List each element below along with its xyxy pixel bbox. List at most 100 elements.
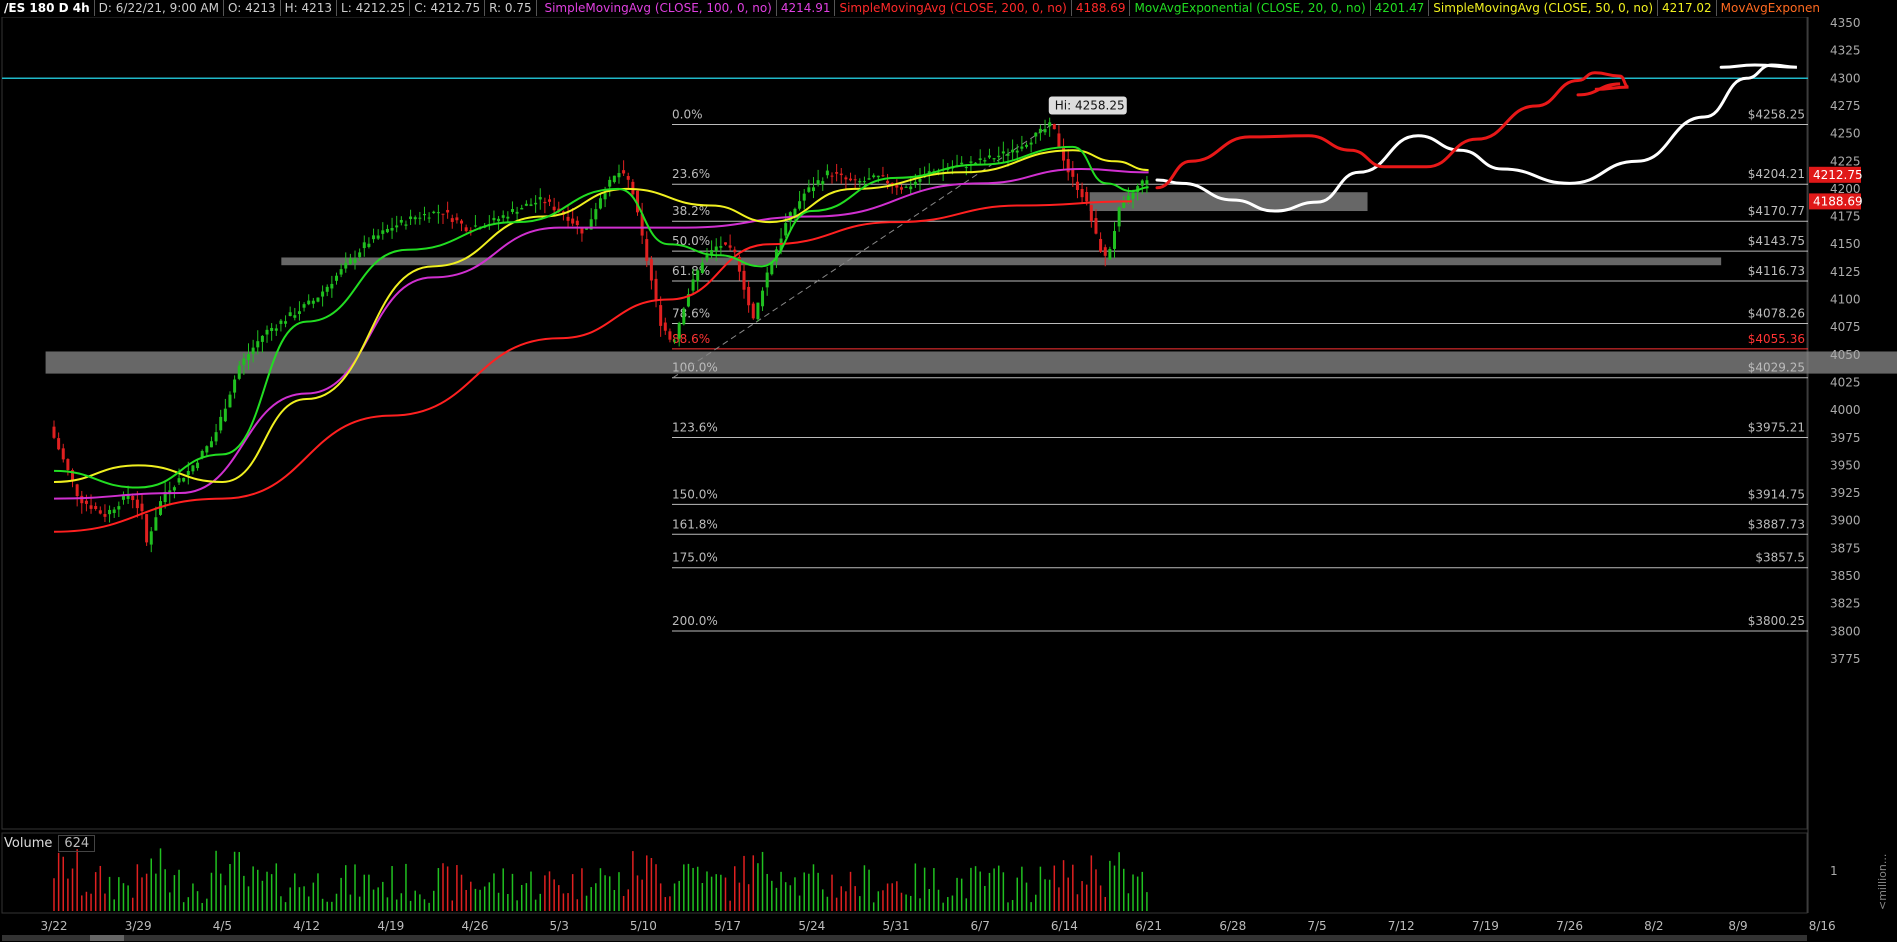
- candle-body: [705, 255, 709, 260]
- fib-level-pct: 78.6%: [672, 307, 710, 321]
- candle-body: [404, 224, 408, 226]
- candle-body: [876, 175, 880, 178]
- candle-body: [649, 259, 653, 281]
- study-value: 4214.91: [777, 0, 836, 16]
- candle-body: [895, 185, 899, 188]
- candle-body: [196, 462, 200, 469]
- x-axis-tick: 8/16: [1809, 919, 1836, 933]
- candle-body: [172, 487, 176, 491]
- candle-body: [899, 187, 903, 190]
- candle-body: [80, 495, 84, 504]
- candle-body: [334, 275, 338, 281]
- candle-body: [145, 514, 149, 543]
- price-axis-tick: 3825: [1830, 597, 1861, 611]
- candle-body: [886, 180, 890, 184]
- ema20-line: [53, 145, 1149, 489]
- high-label: H: 4213: [281, 0, 338, 16]
- fib-level-pct: 100.0%: [672, 361, 718, 375]
- price-axis-tick: 4325: [1830, 44, 1861, 58]
- candle-body: [548, 199, 552, 202]
- candle-body: [112, 509, 116, 514]
- candle-body: [209, 441, 213, 448]
- fib-level-price: $3975.21: [1748, 421, 1805, 435]
- candle-body: [149, 531, 153, 545]
- candle-body: [881, 175, 885, 177]
- candle-body: [307, 300, 311, 305]
- scrollbar-thumb[interactable]: [90, 935, 124, 941]
- candle-body: [853, 179, 857, 181]
- candle-body: [103, 514, 107, 517]
- candle-body: [580, 228, 584, 234]
- candle-body: [626, 176, 630, 180]
- study-label[interactable]: SimpleMovingAvg (CLOSE, 100, 0, no): [540, 0, 777, 16]
- candle-body: [844, 177, 848, 180]
- candle-body: [1001, 151, 1005, 154]
- study-label[interactable]: SimpleMovingAvg (CLOSE, 50, 0, no): [1429, 0, 1659, 16]
- price-axis-tick: 3900: [1830, 514, 1861, 528]
- fib-level-price: $4143.75: [1748, 234, 1805, 248]
- candle-body: [1034, 132, 1038, 137]
- horizontal-scrollbar[interactable]: [2, 935, 1807, 941]
- candle-body: [265, 329, 269, 335]
- candle-body: [1103, 247, 1107, 256]
- x-axis-tick: 5/31: [883, 919, 910, 933]
- candle-body: [909, 186, 913, 190]
- fib-level-pct: 123.6%: [672, 421, 718, 435]
- symbol-label[interactable]: /ES 180 D 4h: [0, 0, 95, 16]
- candle-body: [520, 207, 524, 210]
- candle-body: [57, 438, 61, 450]
- support-zone: [281, 257, 1722, 266]
- price-axis-tick: 3925: [1830, 486, 1861, 500]
- candle-body: [214, 432, 218, 442]
- candle-body: [964, 167, 968, 169]
- study-label[interactable]: SimpleMovingAvg (CLOSE, 200, 0, no): [835, 0, 1072, 16]
- candle-body: [455, 217, 459, 221]
- candle-body: [390, 228, 394, 231]
- candle-body: [52, 426, 56, 438]
- price-axis-tick: 3875: [1830, 541, 1861, 555]
- candle-body: [385, 228, 389, 233]
- fib-level-price: $4029.25: [1748, 361, 1805, 375]
- candle-body: [506, 216, 510, 219]
- candle-body: [1071, 169, 1075, 177]
- candle-body: [913, 181, 917, 185]
- study-label[interactable]: MovAvgExponential (CLOSE, 8,...: [1717, 0, 1820, 16]
- close-label: C: 4212.75: [410, 0, 486, 16]
- candle-body: [1085, 192, 1089, 202]
- candle-body: [714, 246, 718, 252]
- candle-body: [830, 175, 834, 177]
- candle-body: [330, 283, 334, 289]
- candle-body: [191, 465, 195, 472]
- chart-canvas[interactable]: 0.0% $4258.2523.6% $4204.2138.2% $4170.7750…: [0, 0, 1897, 942]
- study-label[interactable]: MovAvgExponential (CLOSE, 20, 0, no): [1130, 0, 1371, 16]
- open-label: O: 4213: [224, 0, 281, 16]
- volume-value: 624: [58, 835, 96, 852]
- candle-body: [409, 216, 413, 220]
- candle-body: [362, 242, 366, 249]
- candle-body: [1011, 149, 1015, 153]
- candle-body: [858, 181, 862, 183]
- candle-body: [1145, 180, 1149, 185]
- candle-body: [617, 173, 621, 178]
- candle-body: [270, 327, 274, 332]
- candle-body: [1025, 144, 1029, 147]
- x-axis-tick: 3/29: [125, 919, 152, 933]
- candle-body: [867, 178, 871, 180]
- candle-body: [983, 160, 987, 162]
- candle-body: [237, 365, 241, 379]
- candle-body: [446, 209, 450, 213]
- candle-body: [279, 320, 283, 324]
- fib-level-pct: 50.0%: [672, 234, 710, 248]
- candle-body: [663, 322, 667, 331]
- fib-level-pct: 23.6%: [672, 167, 710, 181]
- candle-body: [372, 235, 376, 240]
- study-value: 4201.47: [1371, 0, 1430, 16]
- price-axis-tick: 4075: [1830, 320, 1861, 334]
- candle-body: [186, 471, 190, 476]
- candle-body: [784, 223, 788, 236]
- candle-body: [761, 290, 765, 307]
- x-axis-tick: 7/19: [1472, 919, 1499, 933]
- candle-body: [765, 272, 769, 288]
- candle-body: [140, 503, 144, 512]
- candle-body: [219, 416, 223, 431]
